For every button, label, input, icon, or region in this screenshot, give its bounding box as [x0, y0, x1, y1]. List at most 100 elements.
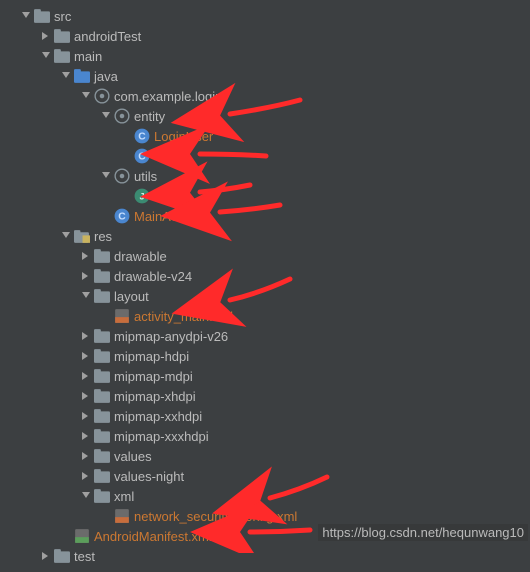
tree-label: mipmap-xxxhdpi [114, 429, 209, 444]
tree-item-md5[interactable]: MD5 [0, 186, 530, 206]
tree-label: utils [134, 169, 157, 184]
tree-label: MD5 [154, 189, 181, 204]
tree-item-entity[interactable]: entity [0, 106, 530, 126]
folder-icon [54, 28, 70, 44]
folder-icon [94, 448, 110, 464]
tree-item-user[interactable]: User [0, 146, 530, 166]
tree-item-values[interactable]: values [0, 446, 530, 466]
tree-label: res [94, 229, 112, 244]
folder-icon [54, 48, 70, 64]
tree-label: values-night [114, 469, 184, 484]
tree-item-drawable[interactable]: drawable [0, 246, 530, 266]
tree-item-activity-main[interactable]: activity_main.xml [0, 306, 530, 326]
tree-label: activity_main.xml [134, 309, 233, 324]
chevron-right-icon[interactable] [80, 430, 92, 442]
tree-label: drawable [114, 249, 167, 264]
tree-item-layout[interactable]: layout [0, 286, 530, 306]
chevron-right-icon[interactable] [80, 270, 92, 282]
chevron-right-icon[interactable] [80, 450, 92, 462]
folder-res-icon [74, 228, 90, 244]
xml-file-icon [114, 508, 130, 524]
tree-item-java[interactable]: java [0, 66, 530, 86]
chevron-down-icon[interactable] [40, 50, 52, 62]
chevron-right-icon[interactable] [40, 30, 52, 42]
folder-icon [94, 288, 110, 304]
tree-label: layout [114, 289, 149, 304]
tree-item-src[interactable]: src [0, 6, 530, 26]
folder-icon [34, 8, 50, 24]
watermark: https://blog.csdn.net/hequnwang10 [318, 524, 528, 541]
chevron-right-icon[interactable] [80, 410, 92, 422]
package-icon [114, 108, 130, 124]
tree-item-mipmap-anydpi-v26[interactable]: mipmap-anydpi-v26 [0, 326, 530, 346]
class-icon [134, 128, 150, 144]
chevron-down-icon[interactable] [100, 110, 112, 122]
tree-item-package[interactable]: com.example.login [0, 86, 530, 106]
class-icon [114, 208, 130, 224]
tree-item-network-security-config[interactable]: network_security_config.xml [0, 506, 530, 526]
tree-item-xml[interactable]: xml [0, 486, 530, 506]
chevron-down-icon[interactable] [60, 70, 72, 82]
tree-item-res[interactable]: res [0, 226, 530, 246]
tree-label: values [114, 449, 152, 464]
tree-label: drawable-v24 [114, 269, 192, 284]
tree-item-loginuser[interactable]: LoginUser [0, 126, 530, 146]
chevron-right-icon[interactable] [80, 250, 92, 262]
class-icon [134, 148, 150, 164]
chevron-down-icon[interactable] [60, 230, 72, 242]
tree-item-mipmap-hdpi[interactable]: mipmap-hdpi [0, 346, 530, 366]
tree-item-mipmap-xhdpi[interactable]: mipmap-xhdpi [0, 386, 530, 406]
tree-label: mipmap-hdpi [114, 349, 189, 364]
tree-item-test[interactable]: test [0, 546, 530, 566]
tree-item-androidtest[interactable]: androidTest [0, 26, 530, 46]
tree-label: network_security_config.xml [134, 509, 297, 524]
folder-icon [94, 488, 110, 504]
tree-label: MainActivity [134, 209, 203, 224]
chevron-right-icon[interactable] [80, 330, 92, 342]
tree-item-mipmap-xxhdpi[interactable]: mipmap-xxhdpi [0, 406, 530, 426]
package-icon [114, 168, 130, 184]
folder-icon [94, 248, 110, 264]
folder-icon [94, 408, 110, 424]
chevron-down-icon[interactable] [20, 10, 32, 22]
folder-icon [94, 368, 110, 384]
folder-icon [94, 328, 110, 344]
chevron-right-icon[interactable] [80, 390, 92, 402]
chevron-down-icon[interactable] [100, 170, 112, 182]
chevron-right-icon[interactable] [40, 550, 52, 562]
folder-icon [94, 268, 110, 284]
tree-label: entity [134, 109, 165, 124]
chevron-right-icon[interactable] [80, 370, 92, 382]
folder-icon [94, 348, 110, 364]
folder-icon [94, 388, 110, 404]
tree-label: User [154, 149, 181, 164]
tree-item-drawable-v24[interactable]: drawable-v24 [0, 266, 530, 286]
xml-file-icon [114, 308, 130, 324]
tree-label: com.example.login [114, 89, 222, 104]
tree-item-mainactivity[interactable]: MainActivity [0, 206, 530, 226]
tree-item-values-night[interactable]: values-night [0, 466, 530, 486]
tree-label: AndroidManifest.xml [94, 529, 212, 544]
tree-label: mipmap-mdpi [114, 369, 193, 384]
tree-label: LoginUser [154, 129, 213, 144]
chevron-down-icon[interactable] [80, 490, 92, 502]
chevron-down-icon[interactable] [80, 290, 92, 302]
chevron-down-icon[interactable] [80, 90, 92, 102]
manifest-file-icon [74, 528, 90, 544]
tree-item-mipmap-xxxhdpi[interactable]: mipmap-xxxhdpi [0, 426, 530, 446]
tree-label: test [74, 549, 95, 564]
tree-item-mipmap-mdpi[interactable]: mipmap-mdpi [0, 366, 530, 386]
project-tree: src androidTest main java com.example.lo… [0, 0, 530, 572]
tree-label: src [54, 9, 71, 24]
tree-item-main[interactable]: main [0, 46, 530, 66]
chevron-right-icon[interactable] [80, 350, 92, 362]
tree-label: mipmap-anydpi-v26 [114, 329, 228, 344]
tree-label: xml [114, 489, 134, 504]
tree-label: mipmap-xxhdpi [114, 409, 202, 424]
folder-icon [94, 468, 110, 484]
tree-label: androidTest [74, 29, 141, 44]
tree-label: java [94, 69, 118, 84]
tree-item-utils[interactable]: utils [0, 166, 530, 186]
chevron-right-icon[interactable] [80, 470, 92, 482]
tree-label: main [74, 49, 102, 64]
